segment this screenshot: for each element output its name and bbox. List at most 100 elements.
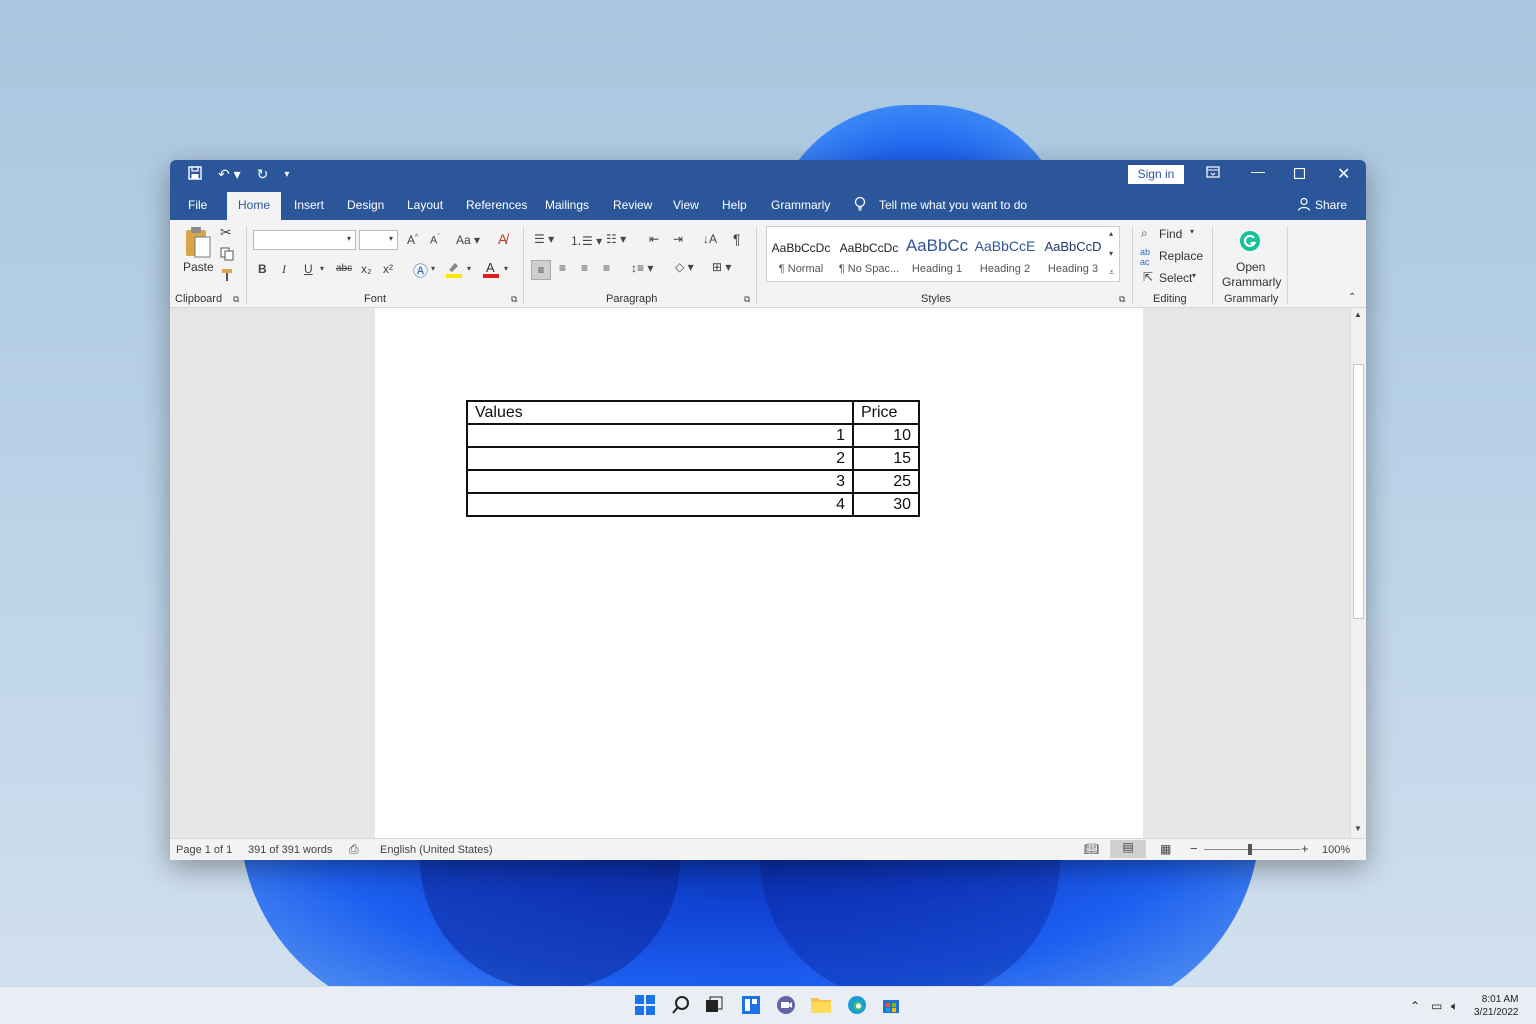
start-icon[interactable] bbox=[634, 995, 656, 1017]
tab-grammarly[interactable]: Grammarly bbox=[771, 198, 830, 212]
save-icon[interactable] bbox=[188, 166, 202, 183]
proofing-icon[interactable]: ⎙ bbox=[349, 842, 359, 857]
tab-help[interactable]: Help bbox=[722, 198, 747, 212]
scrollbar-thumb[interactable] bbox=[1353, 364, 1364, 619]
tab-insert[interactable]: Insert bbox=[294, 198, 324, 212]
decrease-indent-icon[interactable]: ⇤ bbox=[649, 232, 659, 246]
style-heading-2[interactable]: AaBbCcE Heading 2 bbox=[971, 227, 1039, 283]
chevron-up-icon[interactable]: ⌃ bbox=[1410, 999, 1420, 1013]
collapse-ribbon-icon[interactable]: ⌃ bbox=[1348, 292, 1356, 303]
dialog-launcher-icon[interactable]: ⧉ bbox=[233, 294, 239, 305]
strikethrough-button[interactable]: abc bbox=[336, 263, 352, 274]
tell-me-search[interactable]: Tell me what you want to do bbox=[879, 198, 1027, 212]
scroll-down-icon[interactable]: ▼ bbox=[1354, 824, 1362, 833]
table-header-cell[interactable]: Values bbox=[466, 400, 854, 425]
scroll-down-icon[interactable]: ▾ bbox=[1109, 249, 1113, 258]
dialog-launcher-icon[interactable]: ⧉ bbox=[1119, 294, 1125, 305]
tab-home[interactable]: Home bbox=[227, 192, 282, 220]
language-label[interactable]: English (United States) bbox=[380, 844, 493, 856]
zoom-out-icon[interactable]: − bbox=[1190, 841, 1198, 856]
multilevel-list-icon[interactable]: ☷ ▾ bbox=[606, 232, 626, 246]
align-left-icon[interactable]: ≡ bbox=[531, 260, 551, 280]
replace-button[interactable]: Replace bbox=[1159, 249, 1203, 263]
align-center-icon[interactable]: ≡ bbox=[559, 261, 566, 275]
grow-font-icon[interactable]: A^ bbox=[407, 233, 418, 247]
print-layout-icon[interactable]: ▤ bbox=[1110, 840, 1146, 858]
change-case-button[interactable]: Aa ▾ bbox=[456, 233, 480, 247]
dialog-launcher-icon[interactable]: ⧉ bbox=[511, 294, 517, 305]
sign-in-button[interactable]: Sign in bbox=[1128, 165, 1184, 184]
superscript-button[interactable]: x² bbox=[383, 262, 393, 276]
network-icon[interactable]: ▭ bbox=[1431, 999, 1442, 1013]
copy-icon[interactable] bbox=[220, 247, 234, 264]
tab-layout[interactable]: Layout bbox=[407, 198, 443, 212]
italic-button[interactable]: I bbox=[282, 262, 286, 277]
shrink-font-icon[interactable]: Aˇ bbox=[430, 234, 440, 247]
table-cell[interactable]: 25 bbox=[852, 469, 920, 494]
maximize-icon[interactable] bbox=[1293, 166, 1306, 182]
dialog-launcher-icon[interactable]: ⧉ bbox=[744, 294, 750, 305]
task-view-icon[interactable] bbox=[703, 995, 725, 1017]
close-icon[interactable]: ✕ bbox=[1337, 164, 1350, 184]
table-cell[interactable]: 4 bbox=[466, 492, 854, 517]
undo-icon[interactable]: ↶ ▾ bbox=[218, 166, 241, 183]
zoom-in-icon[interactable]: + bbox=[1301, 841, 1309, 856]
tab-references[interactable]: References bbox=[466, 198, 527, 212]
table-cell[interactable]: 15 bbox=[852, 446, 920, 471]
clear-formatting-icon[interactable]: A̸ bbox=[498, 231, 507, 247]
edge-icon[interactable] bbox=[846, 995, 868, 1017]
share-button[interactable]: Share bbox=[1315, 198, 1347, 212]
grammarly-icon[interactable] bbox=[1239, 230, 1261, 255]
file-explorer-icon[interactable] bbox=[810, 995, 832, 1017]
zoom-level[interactable]: 100% bbox=[1322, 844, 1350, 856]
justify-icon[interactable]: ≡ bbox=[603, 261, 610, 275]
subscript-button[interactable]: x₂ bbox=[361, 262, 372, 276]
chat-icon[interactable] bbox=[775, 995, 797, 1017]
page-count[interactable]: Page 1 of 1 bbox=[176, 844, 232, 856]
style-heading-1[interactable]: AaBbCc Heading 1 bbox=[903, 227, 971, 283]
style-heading-3[interactable]: AaBbCcD Heading 3 bbox=[1039, 227, 1107, 283]
sort-icon[interactable]: ↓A bbox=[703, 232, 717, 246]
zoom-slider[interactable] bbox=[1204, 849, 1300, 850]
borders-icon[interactable]: ⊞ ▾ bbox=[712, 260, 731, 274]
text-effects-icon[interactable]: Ⓐ bbox=[413, 260, 428, 281]
system-clock[interactable]: 8:01 AM 3/21/2022 bbox=[1474, 993, 1519, 1019]
zoom-slider-thumb[interactable] bbox=[1248, 844, 1252, 855]
table-cell[interactable]: 1 bbox=[466, 423, 854, 448]
scroll-up-icon[interactable]: ▲ bbox=[1354, 310, 1362, 319]
show-formatting-icon[interactable]: ¶ bbox=[733, 231, 741, 247]
paste-button[interactable]: Paste bbox=[183, 260, 214, 274]
document-page[interactable]: Values Price 1 10 2 15 3 25 4 30 bbox=[375, 308, 1143, 838]
widgets-icon[interactable] bbox=[740, 995, 762, 1017]
numbering-icon[interactable]: ⒈☰ ▾ bbox=[570, 232, 602, 249]
search-icon[interactable] bbox=[670, 995, 692, 1017]
paste-icon[interactable] bbox=[184, 226, 212, 263]
increase-indent-icon[interactable]: ⇥ bbox=[673, 232, 683, 246]
store-icon[interactable] bbox=[880, 995, 902, 1017]
word-count[interactable]: 391 of 391 words bbox=[248, 844, 332, 856]
bullets-icon[interactable]: ☰ ▾ bbox=[534, 232, 554, 246]
cut-icon[interactable]: ✂ bbox=[220, 224, 232, 241]
line-spacing-icon[interactable]: ↕≡ ▾ bbox=[631, 261, 653, 275]
more-styles-icon[interactable]: ⩡ bbox=[1109, 267, 1114, 278]
tab-review[interactable]: Review bbox=[613, 198, 652, 212]
bold-button[interactable]: B bbox=[258, 262, 267, 276]
align-right-icon[interactable]: ≡ bbox=[581, 261, 588, 275]
shading-icon[interactable]: ◇ ▾ bbox=[675, 260, 694, 274]
ribbon-display-icon[interactable] bbox=[1206, 165, 1220, 181]
web-layout-icon[interactable]: ▦ bbox=[1160, 842, 1171, 856]
format-painter-icon[interactable] bbox=[220, 268, 234, 285]
scroll-up-icon[interactable]: ▴ bbox=[1109, 229, 1113, 238]
table-cell[interactable]: 3 bbox=[466, 469, 854, 494]
highlight-icon[interactable] bbox=[446, 260, 462, 281]
font-name-combobox[interactable] bbox=[253, 230, 356, 250]
underline-button[interactable]: U bbox=[304, 262, 313, 276]
table-cell[interactable]: 10 bbox=[852, 423, 920, 448]
volume-icon[interactable]: 🔈︎ bbox=[1451, 999, 1458, 1014]
table-cell[interactable]: 2 bbox=[466, 446, 854, 471]
style-normal[interactable]: AaBbCcDc ¶ Normal bbox=[767, 227, 835, 283]
table-cell[interactable]: 30 bbox=[852, 492, 920, 517]
tab-design[interactable]: Design bbox=[347, 198, 384, 212]
redo-icon[interactable]: ↻ bbox=[257, 166, 269, 183]
read-mode-icon[interactable]: 📖︎ bbox=[1084, 842, 1099, 856]
